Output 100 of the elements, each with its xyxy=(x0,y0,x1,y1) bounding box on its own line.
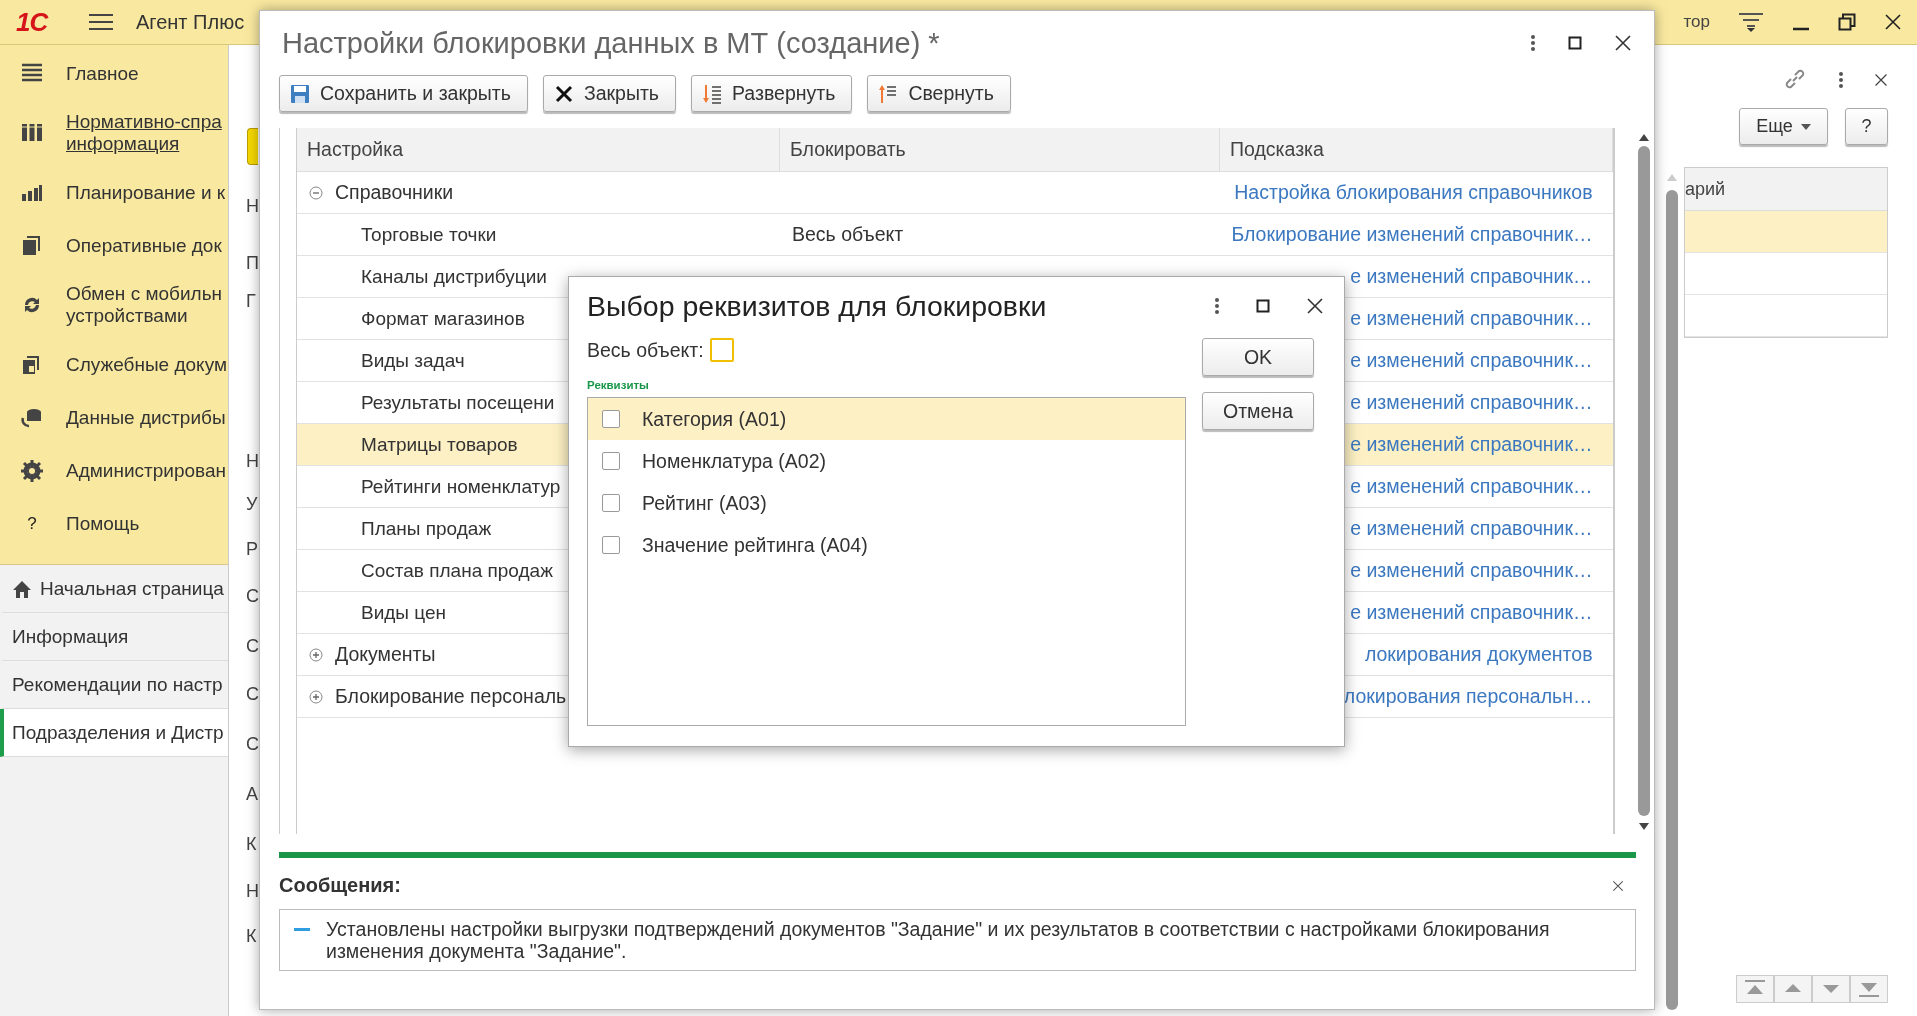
expand-icon[interactable] xyxy=(309,689,323,704)
form-label: С xyxy=(246,734,259,755)
close-icon[interactable] xyxy=(1874,73,1888,87)
column-header[interactable]: Настройка xyxy=(297,128,780,171)
hint-link[interactable]: локирования документов xyxy=(1364,643,1593,665)
setting-name: Состав плана продаж xyxy=(361,559,553,582)
more-button[interactable]: Еще xyxy=(1739,108,1828,145)
caret-icon xyxy=(1800,123,1811,130)
save-icon xyxy=(290,83,310,104)
hint-link[interactable]: е изменений справочник… xyxy=(1350,475,1593,497)
block-scope: Весь объект xyxy=(792,223,904,245)
more-icon[interactable] xyxy=(1214,297,1220,315)
section-link[interactable]: Данные дистрибы xyxy=(66,406,226,429)
form-label: С xyxy=(246,684,259,705)
checkbox[interactable] xyxy=(602,452,620,470)
dialog-button[interactable]: OK xyxy=(1202,338,1314,376)
dialog-button[interactable]: Отмена xyxy=(1202,392,1314,430)
scroll-top-icon[interactable] xyxy=(1736,975,1774,1003)
help-button[interactable]: ? xyxy=(1845,108,1888,145)
scroll-up-icon[interactable] xyxy=(1637,132,1650,142)
question-mark-icon: ? xyxy=(27,513,37,534)
column-header[interactable]: Подсказка xyxy=(1220,128,1613,171)
form-label: Н xyxy=(246,451,259,472)
close-icon[interactable] xyxy=(1614,34,1632,52)
hint-link[interactable]: Блокирование изменений справочник… xyxy=(1231,223,1593,245)
toolbar-button[interactable]: Свернуть xyxy=(867,75,1011,112)
filter-icon[interactable] xyxy=(1738,11,1764,33)
collapse-icon[interactable] xyxy=(309,185,323,200)
attribute-name[interactable]: Значение рейтинга (A04) xyxy=(642,533,868,557)
form-label: К xyxy=(246,834,257,855)
settings-icon xyxy=(20,458,44,483)
column-header[interactable]: Блокировать xyxy=(780,128,1220,171)
setting-name: Торговые точки xyxy=(361,223,497,246)
checkbox[interactable] xyxy=(602,494,620,512)
section-link[interactable]: Администрирован xyxy=(66,459,226,482)
form-label: К xyxy=(246,926,257,947)
form-label: А xyxy=(246,784,258,805)
setting-name: Виды задач xyxy=(361,349,465,372)
table-row[interactable]: Торговые точки Весь объект Блокирование изменений справочник… xyxy=(297,214,1613,256)
form-label: Н xyxy=(246,196,259,217)
maximize-icon[interactable] xyxy=(1256,299,1270,313)
setting-name: Планы продаж xyxy=(361,517,492,540)
group-label: Реквизиты xyxy=(587,379,650,391)
hint-link[interactable]: е изменений справочник… xyxy=(1350,265,1593,287)
section-link[interactable]: Главное xyxy=(66,62,139,85)
hint-link[interactable]: е изменений справочник… xyxy=(1350,307,1593,329)
checkbox[interactable] xyxy=(709,338,734,362)
menu-icon[interactable] xyxy=(88,12,114,32)
hint-link[interactable]: е изменений справочник… xyxy=(1350,391,1593,413)
section-link[interactable]: Оперативные док xyxy=(66,234,222,257)
toolbar-button[interactable]: Закрыть xyxy=(542,75,676,112)
setting-name: Каналы дистрибуции xyxy=(361,265,547,288)
list-row[interactable]: Значение рейтинга (A04) xyxy=(588,524,1185,566)
table-row[interactable]: Справочники Настройка блокирования справочников xyxy=(297,172,1613,214)
form-label: Р xyxy=(246,539,258,560)
maximize-icon[interactable] xyxy=(1568,36,1582,50)
hint-link[interactable]: е изменений справочник… xyxy=(1350,601,1593,623)
form-label: С xyxy=(246,636,259,657)
messages-title: Сообщения: xyxy=(279,874,401,897)
close-icon[interactable] xyxy=(1306,297,1324,315)
section-link[interactable]: Нормативно-спра информация xyxy=(66,111,222,155)
scroll-bottom-icon[interactable] xyxy=(1850,975,1888,1003)
list-row[interactable]: Рейтинг (A03) xyxy=(588,482,1185,524)
checkbox[interactable] xyxy=(602,410,620,428)
close-icon xyxy=(553,83,574,104)
setting-name: Виды цен xyxy=(361,601,447,624)
hint-link[interactable]: е изменений справочник… xyxy=(1350,517,1593,539)
hint-link[interactable]: е изменений справочник… xyxy=(1350,349,1593,371)
list-row[interactable]: Категория (A01) xyxy=(588,398,1185,440)
attribute-name[interactable]: Категория (A01) xyxy=(642,407,787,431)
form-label: Н xyxy=(246,881,259,902)
restore-icon[interactable] xyxy=(1838,13,1856,31)
close-icon[interactable] xyxy=(1612,879,1624,892)
form-label: П xyxy=(246,253,259,274)
checkbox[interactable] xyxy=(602,536,620,554)
toolbar-button[interactable]: Развернуть xyxy=(691,75,853,112)
attribute-name[interactable]: Рейтинг (A03) xyxy=(642,491,767,515)
section-link[interactable]: Помощь xyxy=(66,512,140,535)
hint-link[interactable]: е изменений справочник… xyxy=(1350,559,1593,581)
section-link[interactable]: Планирование и к xyxy=(66,181,226,204)
form-label: С xyxy=(246,586,259,607)
hint-link[interactable]: Настройка блокирования справочников xyxy=(1234,181,1593,203)
attribute-name[interactable]: Номенклатура (A02) xyxy=(642,449,826,473)
list-row[interactable]: Номенклатура (A02) xyxy=(588,440,1185,482)
create-button[interactable] xyxy=(247,128,258,165)
close-icon[interactable] xyxy=(1884,13,1902,31)
section-link[interactable]: Обмен с мобильн устройствами xyxy=(66,283,223,327)
open-window-tab[interactable]: Подразделения и Дистр xyxy=(0,709,228,757)
toolbar-button[interactable]: Сохранить и закрыть xyxy=(279,75,528,112)
scroll-down-icon[interactable] xyxy=(1637,822,1650,832)
more-icon[interactable] xyxy=(1530,34,1536,52)
section-link[interactable]: Служебные докум xyxy=(66,353,227,376)
home-icon xyxy=(12,579,32,598)
bullet-dash-icon xyxy=(294,928,310,931)
hint-link[interactable]: локирования персональн… xyxy=(1343,685,1593,707)
expand-icon[interactable] xyxy=(309,647,323,662)
scrollbar-thumb[interactable] xyxy=(1637,146,1650,816)
scrollbar-thumb[interactable] xyxy=(1666,190,1678,1010)
more-icon[interactable] xyxy=(1838,71,1844,89)
hint-link[interactable]: е изменений справочник… xyxy=(1350,433,1593,455)
